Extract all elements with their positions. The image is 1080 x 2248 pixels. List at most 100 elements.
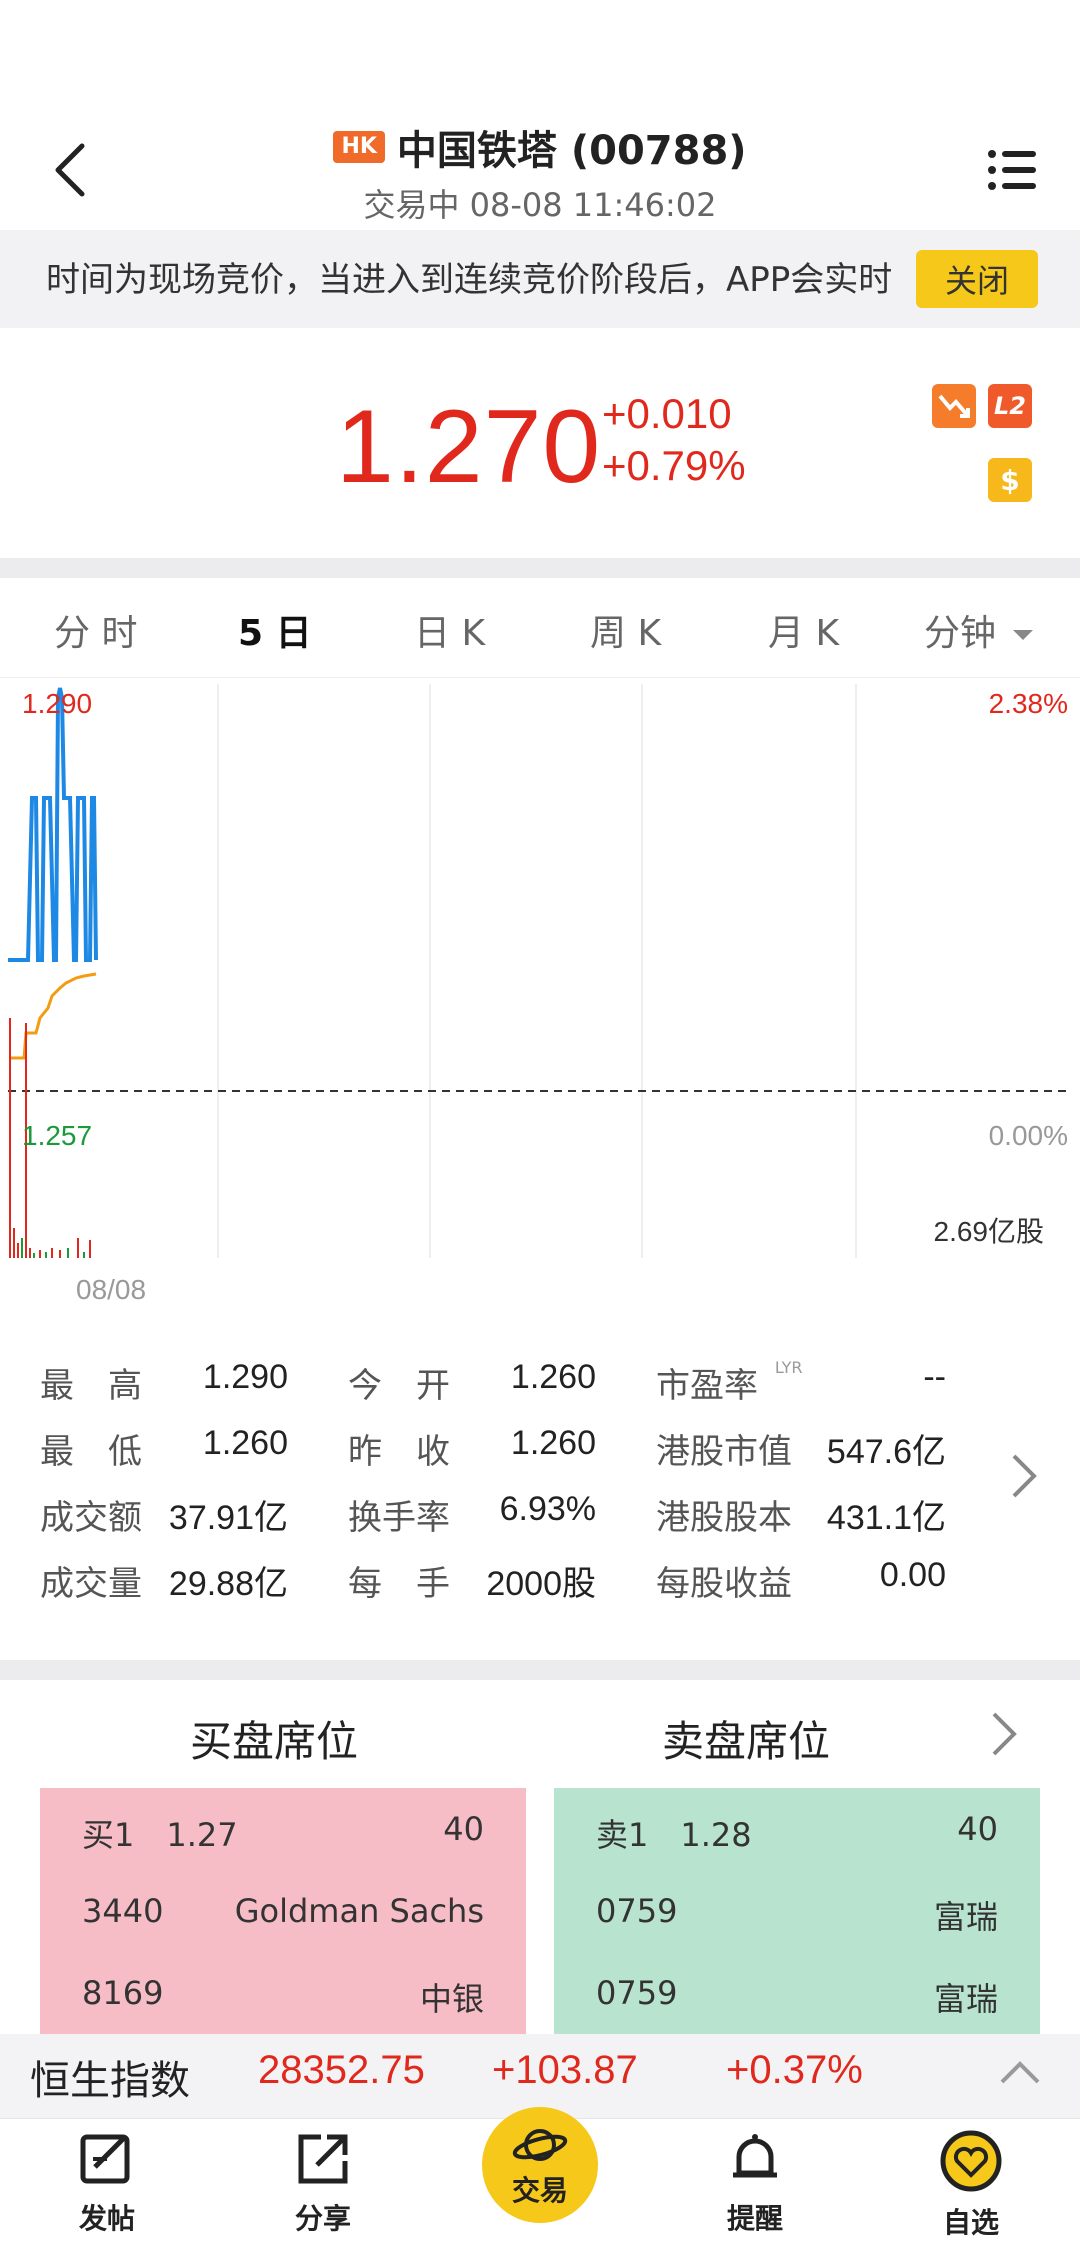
trend-down-icon[interactable] [932, 384, 976, 428]
level2-icon[interactable]: L2 [988, 384, 1032, 428]
stat-value: 37.91亿 [168, 1499, 288, 1537]
seat-left: 3440 [82, 1892, 164, 1930]
tab-minute[interactable]: 分钟 [924, 604, 1035, 656]
stat-label: 最 低 [40, 1432, 142, 1472]
quote-panel: 1.270 +0.010 +0.79% L2 $ [0, 328, 1080, 558]
stat-label: 今 开 [348, 1366, 450, 1406]
seat-left: 0759 [596, 1974, 678, 2012]
nav-alert[interactable]: 提醒 [680, 2129, 830, 2237]
sell-seat-row[interactable]: 0759 富瑞 [554, 1952, 1040, 2032]
nav-label: 发帖 [78, 2202, 135, 2235]
close-notice-button[interactable]: 关闭 [916, 250, 1038, 308]
nav-trade[interactable]: 交易 [482, 2107, 598, 2223]
stat-pe: 市盈率 LYR [656, 1358, 803, 1407]
nav-share[interactable]: 分享 [248, 2129, 398, 2237]
stat-share-capital: 港股股本 [656, 1490, 792, 1539]
seats-more-button[interactable] [990, 1710, 1018, 1762]
stat-sup: LYR [774, 1358, 803, 1377]
nav-post[interactable]: 发帖 [32, 2129, 182, 2237]
chart-pct-zero: 0.00% [988, 1120, 1068, 1151]
index-name: 恒生指数 [30, 2058, 190, 2104]
chart-low-label: 1.257 [22, 1120, 93, 1151]
buy-seat-row[interactable]: 买1 1.27 40 [40, 1788, 526, 1868]
stat-market-cap: 港股市值 [656, 1424, 792, 1473]
top-bar: HK 中国铁塔 (00788) 交易中 08-08 11:46:02 [0, 110, 1080, 230]
tab-minute-label: 分钟 [924, 613, 997, 654]
seat-right: 40 [957, 1810, 998, 1848]
stat-value: 2000股 [486, 1565, 596, 1603]
seat-left: 买1 1.27 [82, 1816, 238, 1854]
divider [0, 1660, 1080, 1680]
stat-low: 最 低 [40, 1424, 142, 1473]
stat-value: 6.93% [499, 1490, 596, 1528]
stat-high: 最 高 [40, 1358, 142, 1407]
buy-seat-row[interactable]: 8169 中银 [40, 1952, 526, 2032]
tab-weekly-k[interactable]: 周 K [590, 604, 661, 656]
stat-label: 每股收益 [656, 1564, 792, 1604]
seat-right: 富瑞 [933, 1980, 998, 2018]
tab-5day[interactable]: 5 日 [238, 604, 312, 656]
stat-value: 1.260 [510, 1358, 596, 1396]
stat-open: 今 开 [348, 1358, 450, 1407]
seat-left: 0759 [596, 1892, 678, 1930]
stats-grid[interactable]: 最 高 1.290 今 开 1.260 市盈率 LYR -- 最 低 1.260… [0, 1330, 1080, 1630]
notice-text: 时间为现场竞价，当进入到连续竞价阶段后，APP会实时 [46, 260, 893, 300]
index-value: 28352.75 [258, 2048, 425, 2092]
edit-icon [80, 2134, 130, 2184]
nav-watchlist[interactable]: 自选 [896, 2129, 1046, 2241]
chart-canvas [8, 684, 1072, 1258]
nav-label: 分享 [294, 2202, 351, 2235]
change-value: +0.010 [602, 390, 732, 437]
bottom-nav: 发帖 分享 交易 提醒 自选 [0, 2107, 1080, 2248]
expand-index-button[interactable] [998, 2060, 1042, 2090]
page-title: 中国铁塔 (00788) [396, 128, 747, 174]
seat-right: 40 [443, 1810, 484, 1848]
stat-label: 成交量 [40, 1564, 142, 1604]
menu-button[interactable] [982, 140, 1042, 200]
stat-prev-close: 昨 收 [348, 1424, 450, 1473]
current-price: 1.270 [336, 389, 602, 505]
bell-icon [733, 2134, 777, 2178]
chevron-right-icon [1012, 1454, 1037, 1498]
stat-label: 市盈率 [656, 1366, 758, 1406]
tab-intraday[interactable]: 分 时 [54, 604, 137, 656]
stat-turnover: 成交额 [40, 1490, 142, 1539]
stat-label: 成交额 [40, 1498, 142, 1538]
market-badge: HK [333, 131, 385, 163]
stat-label: 港股市值 [656, 1432, 792, 1472]
seat-right: 中银 [419, 1980, 484, 2018]
buy-seat-row[interactable]: 3440 Goldman Sachs [40, 1870, 526, 1950]
trade-planet-icon [512, 2129, 568, 2161]
tab-daily-k[interactable]: 日 K [414, 604, 485, 656]
index-change: +103.87 [492, 2048, 638, 2092]
buy-seats-title[interactable]: 买盘席位 [190, 1708, 358, 1769]
stat-value: 29.88亿 [168, 1565, 288, 1603]
notice-banner: 时间为现场竞价，当进入到连续竞价阶段后，APP会实时 关闭 [0, 230, 1080, 328]
seat-right: Goldman Sachs [234, 1892, 484, 1930]
chart-date-label: 08/08 [76, 1274, 147, 1305]
sell-seat-row[interactable]: 0759 富瑞 [554, 1870, 1040, 1950]
stat-label: 港股股本 [656, 1498, 792, 1538]
seat-left: 8169 [82, 1974, 164, 2012]
price-chart[interactable]: 1.290 2.38% 1.257 0.00% 2.69亿股 08/08 [0, 678, 1080, 1308]
sell-seats-panel: 卖1 1.28 40 0759 富瑞 0759 富瑞 [554, 1788, 1040, 2038]
heart-icon [940, 2130, 1002, 2192]
sell-seats-title[interactable]: 卖盘席位 [662, 1708, 830, 1769]
stat-eps: 每股收益 [656, 1556, 792, 1605]
chart-high-label: 1.290 [22, 688, 93, 719]
tab-monthly-k[interactable]: 月 K [768, 604, 839, 656]
list-menu-icon [988, 150, 1036, 190]
change-percent: +0.79% [602, 442, 746, 489]
chevron-up-icon [1000, 2061, 1040, 2084]
stat-value: 1.260 [202, 1424, 288, 1462]
nav-label: 自选 [942, 2206, 999, 2239]
sell-seat-row[interactable]: 卖1 1.28 40 [554, 1788, 1040, 1868]
stat-turnover-rate: 换手率 [348, 1490, 450, 1539]
caret-down-icon [1013, 630, 1034, 640]
stats-expand-button[interactable] [1010, 1452, 1038, 1504]
index-ticker[interactable]: 恒生指数 28352.75 +103.87 +0.37% [0, 2034, 1080, 2118]
dollar-icon[interactable]: $ [988, 458, 1032, 502]
seat-left: 卖1 1.28 [596, 1816, 752, 1854]
chevron-right-icon [992, 1712, 1017, 1756]
stat-value: 1.260 [510, 1424, 596, 1462]
